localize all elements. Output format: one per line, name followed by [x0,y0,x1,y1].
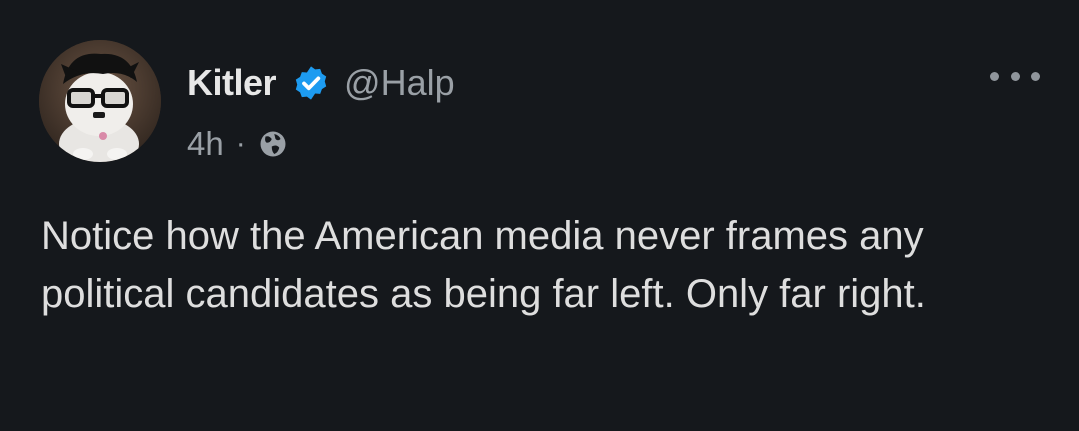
more-options-button[interactable] [990,64,1040,88]
globe-icon [258,129,288,159]
more-options-dot [990,71,999,81]
more-options-dot [1010,71,1020,81]
post-card: Kitler @Halp 4h · Notice how the America… [0,0,1079,431]
verified-badge-icon [292,64,330,102]
user-handle[interactable]: @Halp [344,62,455,104]
meta-separator: · [235,127,246,160]
post-meta: 4h · [187,122,288,166]
post-text: Notice how the American media never fram… [41,214,926,316]
display-name[interactable]: Kitler [187,62,277,104]
cat-with-glasses-avatar-image [39,40,161,162]
more-options-dot [1031,71,1040,81]
post-header: Kitler @Halp [187,58,455,108]
post-timestamp[interactable]: 4h [187,125,224,163]
avatar[interactable] [39,40,161,162]
